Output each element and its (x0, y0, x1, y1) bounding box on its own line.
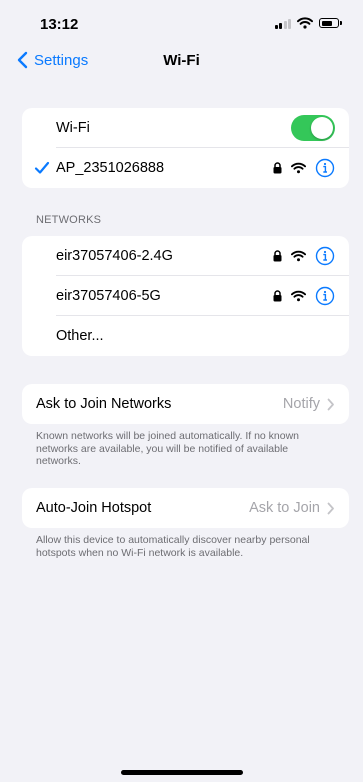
chevron-right-icon (327, 502, 334, 514)
cellular-signal-icon (274, 18, 291, 29)
wifi-icon (291, 162, 306, 174)
wifi-toggle[interactable] (291, 115, 335, 141)
network-row[interactable]: eir37057406-5G (22, 276, 349, 316)
wifi-icon (291, 250, 306, 262)
lock-icon (273, 250, 282, 262)
wifi-toggle-row: Wi-Fi (22, 108, 349, 148)
status-icons (274, 17, 342, 29)
checkmark-icon (34, 161, 50, 174)
network-name: eir37057406-5G (56, 288, 161, 304)
info-icon[interactable] (315, 286, 335, 306)
auto-join-hotspot-label: Auto-Join Hotspot (36, 500, 152, 516)
network-name: eir37057406-2.4G (56, 248, 173, 264)
home-indicator[interactable] (121, 770, 243, 775)
chevron-right-icon (327, 398, 334, 410)
network-row[interactable]: eir37057406-2.4G (22, 236, 349, 276)
lock-icon (273, 290, 282, 302)
lock-icon (273, 162, 282, 174)
other-network-row[interactable]: Other... (22, 316, 349, 356)
ask-to-join-label: Ask to Join Networks (36, 396, 172, 412)
connected-network-row[interactable]: AP_2351026888 (22, 148, 349, 188)
networks-group: eir37057406-2.4G eir37057406-5G Other... (22, 236, 349, 356)
toggle-knob (311, 117, 333, 139)
wifi-status-icon (297, 17, 313, 29)
info-icon[interactable] (315, 158, 335, 178)
ask-to-join-footnote: Known networks will be joined automatica… (36, 430, 300, 467)
page-title: Wi-Fi (163, 52, 200, 69)
ask-to-join-group: Ask to Join Networks Notify (22, 384, 349, 424)
wifi-toggle-label: Wi-Fi (56, 120, 90, 136)
auto-join-hotspot-row[interactable]: Auto-Join Hotspot Ask to Join (22, 488, 349, 528)
ask-to-join-row[interactable]: Ask to Join Networks Notify (22, 384, 349, 424)
wifi-group: Wi-Fi AP_2351026888 (22, 108, 349, 188)
auto-join-hotspot-value: Ask to Join (249, 500, 320, 516)
info-icon[interactable] (315, 246, 335, 266)
navigation-bar: Settings Wi-Fi (0, 46, 363, 80)
networks-section-header: NETWORKS (36, 214, 102, 226)
auto-join-hotspot-group: Auto-Join Hotspot Ask to Join (22, 488, 349, 528)
status-bar: 13:12 (0, 0, 363, 46)
other-network-label: Other... (56, 328, 104, 344)
battery-icon (319, 18, 342, 28)
status-time: 13:12 (40, 16, 79, 33)
auto-join-hotspot-footnote: Allow this device to automatically disco… (36, 534, 310, 559)
wifi-icon (291, 290, 306, 302)
connected-network-name: AP_2351026888 (56, 160, 165, 176)
ask-to-join-value: Notify (282, 396, 320, 412)
